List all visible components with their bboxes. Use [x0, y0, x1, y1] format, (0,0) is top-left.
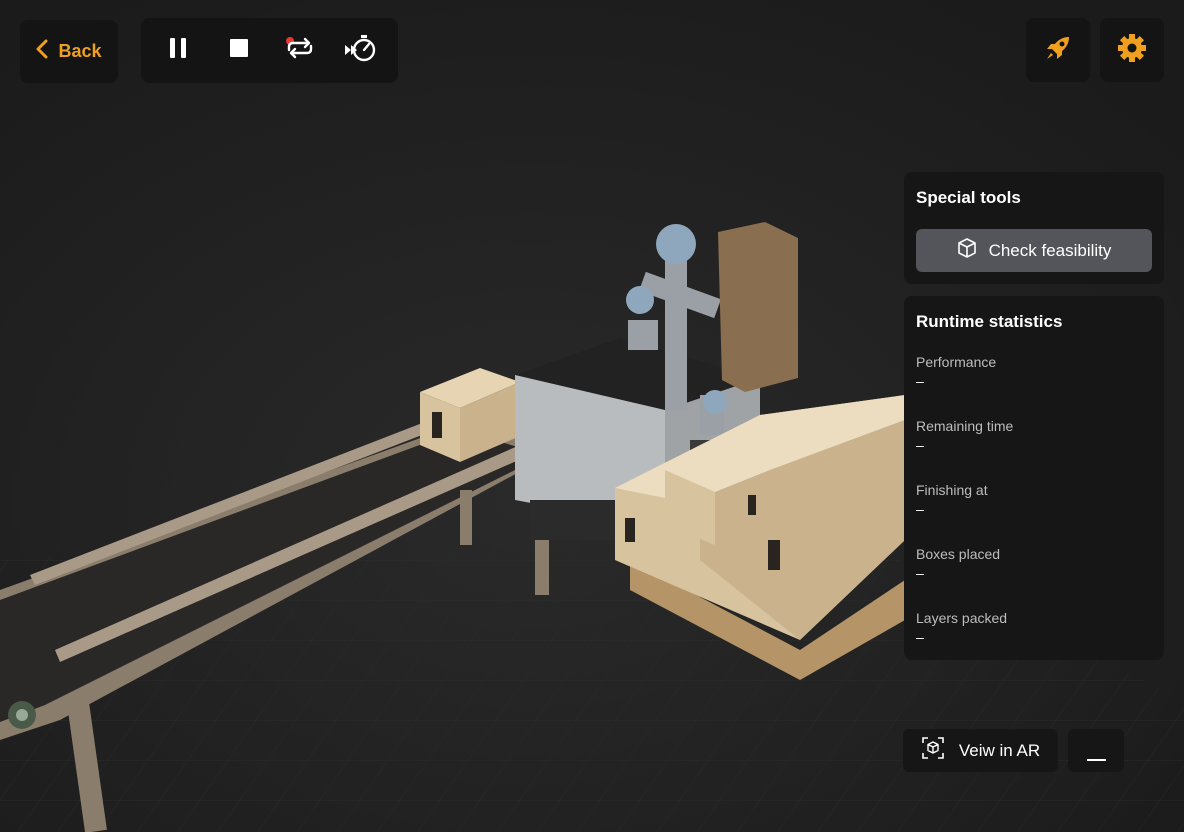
cube-icon [957, 238, 977, 263]
stat-value: – [916, 373, 924, 389]
stop-button[interactable] [215, 27, 263, 75]
playback-controls [141, 18, 398, 83]
special-tools-title: Special tools [916, 188, 1021, 207]
gear-icon [1117, 33, 1147, 68]
pause-button[interactable] [154, 27, 202, 75]
runtime-statistics-title: Runtime statistics [916, 312, 1063, 331]
stat-remaining-time: Remaining time – [916, 418, 1013, 453]
back-button[interactable]: Back [20, 20, 118, 83]
stat-label: Remaining time [916, 418, 1014, 434]
settings-button[interactable] [1100, 18, 1164, 82]
stat-value: – [916, 565, 924, 581]
slip-sheet [718, 222, 798, 392]
special-tools-panel: Special tools Check feasibility [904, 172, 1164, 284]
stat-finishing-at: Finishing at – [916, 482, 988, 517]
stat-value: – [916, 629, 924, 645]
stat-label: Finishing at [916, 482, 988, 498]
stat-layers-packed: Layers packed – [916, 610, 1007, 645]
pause-icon [169, 37, 187, 64]
rocket-icon [1044, 34, 1072, 67]
minimize-icon [1087, 759, 1106, 761]
stat-label: Layers packed [916, 610, 1008, 626]
view-in-ar-button[interactable]: Veiw in AR [903, 729, 1058, 772]
fast-forward-timer-button[interactable] [337, 27, 385, 75]
stat-value: – [916, 437, 924, 453]
chevron-left-icon [36, 39, 48, 64]
back-label: Back [58, 41, 102, 61]
check-feasibility-button[interactable]: Check feasibility [916, 229, 1152, 272]
stat-performance: Performance – [916, 354, 996, 389]
stat-value: – [916, 501, 924, 517]
runtime-statistics-panel: Runtime statistics Performance – Remaini… [904, 296, 1164, 660]
stat-label: Boxes placed [916, 546, 1001, 562]
stat-boxes-placed: Boxes placed – [916, 546, 1000, 581]
minimize-button[interactable] [1068, 729, 1124, 772]
stat-label: Performance [916, 354, 997, 370]
view-in-ar-label: Veiw in AR [958, 740, 1041, 760]
stop-icon [229, 39, 248, 62]
record-repeat-button[interactable] [276, 27, 324, 75]
record-repeat-icon [285, 36, 315, 65]
launch-button[interactable] [1026, 18, 1090, 82]
check-feasibility-label: Check feasibility [988, 240, 1112, 260]
fast-forward-timer-icon [344, 33, 378, 68]
ar-cube-icon [921, 736, 945, 765]
